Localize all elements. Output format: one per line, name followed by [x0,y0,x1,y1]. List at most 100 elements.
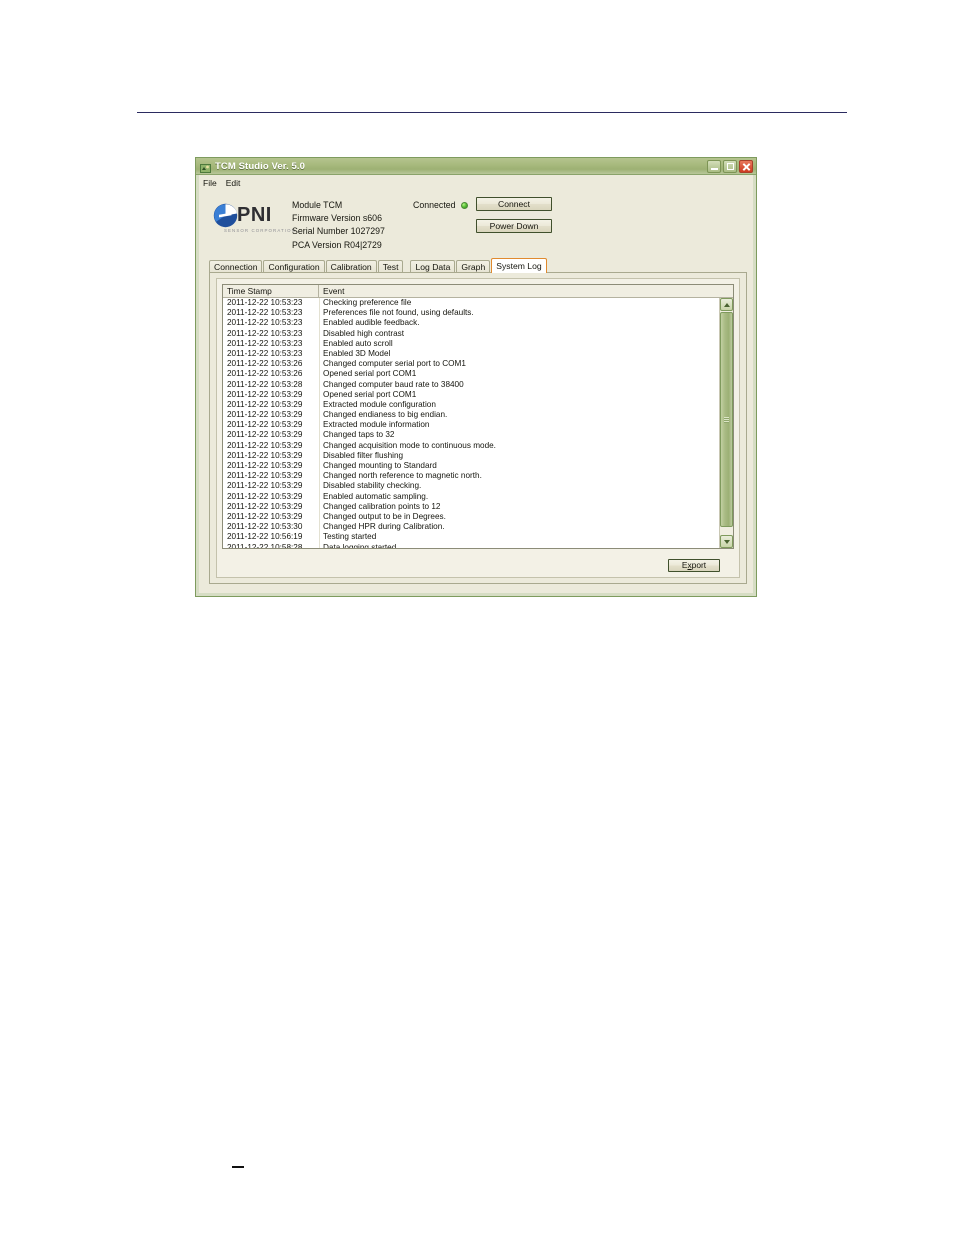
table-row[interactable]: 2011-12-22 10:53:29 Changed output to be … [223,512,719,522]
connection-status-label: Connected [413,200,456,210]
pni-logo-tagline: SENSOR CORPORATION [224,228,296,233]
cell-event: Preferences file not found, using defaul… [323,308,474,318]
table-row[interactable]: 2011-12-22 10:53:29 Opened serial port CO… [223,390,719,400]
table-row[interactable]: 2011-12-22 10:53:29 Changed calibration p… [223,502,719,512]
scrollbar-grip-icon [724,416,729,423]
table-row[interactable]: 2011-12-22 10:53:28 Changed computer baud… [223,380,719,390]
cell-time-stamp: 2011-12-22 10:53:23 [227,298,303,307]
tcm-studio-window: TCM Studio Ver. 5.0 File Edit PNI SENSOR… [195,157,757,597]
cell-time-stamp: 2011-12-22 10:53:23 [227,328,303,338]
table-row[interactable]: 2011-12-22 10:58:28 Data logging started [223,543,719,549]
cell-event: Extracted module information [323,420,430,430]
table-row[interactable]: 2011-12-22 10:53:29 Disabled filter flush… [223,451,719,461]
page-header-rule [137,112,847,113]
title-bar: TCM Studio Ver. 5.0 [196,158,756,175]
system-log-panel: Time Stamp Event 2011-12-22 10:53:23 Chec… [209,272,747,584]
minimize-button[interactable] [707,159,721,173]
cell-event: Changed calibration points to 12 [323,501,441,511]
connection-status: Connected [413,200,468,210]
cell-time-stamp: 2011-12-22 10:53:28 [227,379,303,389]
table-row[interactable]: 2011-12-22 10:53:29 Changed taps to 32 [223,430,719,440]
cell-time-stamp: 2011-12-22 10:53:29 [227,410,303,420]
table-row[interactable]: 2011-12-22 10:53:29 Disabled stability ch… [223,481,719,491]
pni-logo-mark-icon [213,203,238,228]
system-log-scrollbar[interactable] [719,298,733,548]
export-button[interactable]: Export [668,559,720,572]
menu-item-file[interactable]: File [203,178,217,188]
cell-event: Changed north reference to magnetic nort… [323,471,482,481]
cell-event: Changed computer baud rate to 38400 [323,379,464,389]
table-row[interactable]: 2011-12-22 10:53:29 Extracted module info… [223,420,719,430]
export-row: Export [222,556,734,576]
table-row[interactable]: 2011-12-22 10:53:29 Changed endianess to … [223,410,719,420]
cell-time-stamp: 2011-12-22 10:53:29 [227,481,303,491]
cell-event: Extracted module configuration [323,399,436,409]
table-row[interactable]: 2011-12-22 10:53:23 Enabled auto scroll [223,339,719,349]
cell-time-stamp: 2011-12-22 10:53:29 [227,471,303,481]
connect-button[interactable]: Connect [476,197,552,211]
table-row[interactable]: 2011-12-22 10:53:26 Opened serial port CO… [223,369,719,379]
device-firmware: Firmware Version s606 [292,213,382,224]
device-module: Module TCM [292,200,343,210]
cell-event: Disabled high contrast [323,328,405,338]
page-footer-mark [232,1166,244,1168]
cell-event: Changed HPR during Calibration. [323,522,445,532]
table-row[interactable]: 2011-12-22 10:56:19 Testing started [223,532,719,542]
cell-time-stamp: 2011-12-22 10:53:29 [227,430,303,440]
scroll-up-arrow-icon[interactable] [720,298,733,311]
column-header-time-stamp[interactable]: Time Stamp [223,285,319,297]
cell-event: Disabled filter flushing [323,450,404,460]
menu-item-edit[interactable]: Edit [226,178,241,188]
table-row[interactable]: 2011-12-22 10:53:29 Enabled automatic sam… [223,492,719,502]
cell-event: Enabled automatic sampling. [323,491,429,501]
cell-time-stamp: 2011-12-22 10:53:23 [227,338,303,348]
cell-time-stamp: 2011-12-22 10:53:29 [227,389,303,399]
cell-event: Opened serial port COM1 [323,369,417,379]
cell-event: Enabled audible feedback. [323,318,420,328]
system-log-header-row: Time Stamp Event [223,285,733,298]
scroll-down-arrow-icon[interactable] [720,535,733,548]
column-header-event[interactable]: Event [319,285,733,297]
table-row[interactable]: 2011-12-22 10:53:30 Changed HPR during Ca… [223,522,719,532]
menu-bar: File Edit [199,176,753,190]
cell-time-stamp: 2011-12-22 10:53:23 [227,348,303,358]
cell-time-stamp: 2011-12-22 10:53:23 [227,318,303,328]
cell-event: Changed endianess to big endian. [323,410,448,420]
connection-actions: Connect Power Down [476,197,552,233]
table-row[interactable]: 2011-12-22 10:53:23 Checking preference f… [223,298,719,308]
table-row[interactable]: 2011-12-22 10:53:23 Disabled high contras… [223,329,719,339]
cell-time-stamp: 2011-12-22 10:53:26 [227,359,303,369]
cell-time-stamp: 2011-12-22 10:53:29 [227,491,303,501]
table-row[interactable]: 2011-12-22 10:53:29 Changed north referen… [223,471,719,481]
scrollbar-thumb[interactable] [720,312,733,527]
close-button[interactable] [739,159,753,173]
cell-event: Changed mounting to Standard [323,461,437,470]
cell-time-stamp: 2011-12-22 10:53:23 [227,308,303,318]
device-info: Module TCM Firmware Version s606 Serial … [292,199,385,252]
cell-time-stamp: 2011-12-22 10:53:29 [227,450,303,460]
device-pca: PCA Version R04|2729 [292,239,382,250]
cell-event: Changed computer serial port to COM1 [323,359,466,369]
table-row[interactable]: 2011-12-22 10:53:23 Enabled 3D Model [223,349,719,359]
cell-time-stamp: 2011-12-22 10:56:19 [227,532,303,542]
cell-event: Data logging started [323,542,397,549]
table-row[interactable]: 2011-12-22 10:53:29 Changed mounting to S… [223,461,719,471]
cell-event: Enabled auto scroll [323,338,393,348]
cell-event: Testing started [323,532,377,542]
table-row[interactable]: 2011-12-22 10:53:29 Extracted module conf… [223,400,719,410]
table-row[interactable]: 2011-12-22 10:53:23 Enabled audible feedb… [223,318,719,328]
tab-system-log[interactable]: System Log [491,258,547,273]
power-down-button[interactable]: Power Down [476,219,552,233]
window-title: TCM Studio Ver. 5.0 [215,160,306,172]
pni-logo-wordmark: PNI [237,204,272,226]
app-icon [200,161,211,173]
table-row[interactable]: 2011-12-22 10:53:23 Preferences file not … [223,308,719,318]
table-row[interactable]: 2011-12-22 10:53:26 Changed computer seri… [223,359,719,369]
maximize-button[interactable] [723,159,737,173]
cell-event: Changed taps to 32 [323,430,395,440]
window-controls [707,159,756,173]
table-row[interactable]: 2011-12-22 10:53:29 Changed acquisition m… [223,441,719,451]
cell-time-stamp: 2011-12-22 10:53:29 [227,420,303,430]
cell-event: Changed acquisition mode to continuous m… [323,440,496,450]
pni-logo: PNI SENSOR CORPORATION [213,202,295,238]
